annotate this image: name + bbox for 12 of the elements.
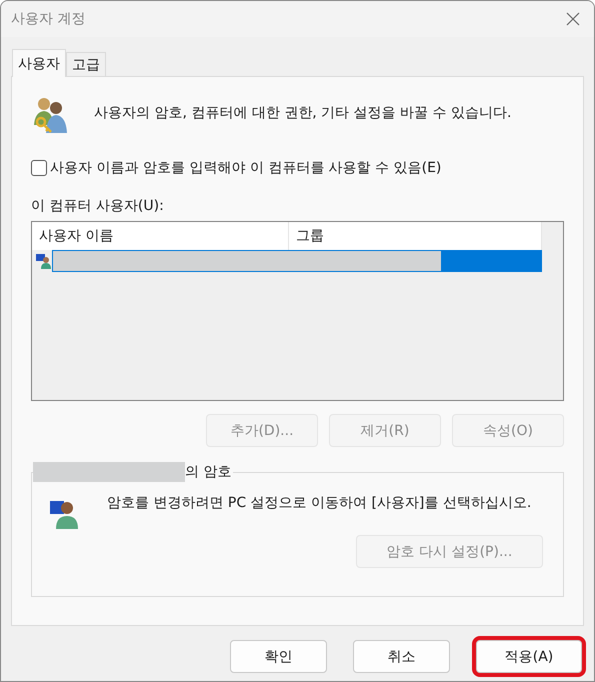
checkbox[interactable] — [31, 160, 47, 176]
tab[interactable]: 사용자 — [12, 49, 66, 77]
close-icon[interactable] — [566, 12, 580, 26]
intro-text: 사용자의 암호, 컴퓨터에 대한 권한, 기타 설정을 바꿀 수 있습니다. — [94, 104, 512, 122]
users-label: 이 컴퓨터 사용자(U): — [31, 197, 165, 215]
checkbox-label[interactable]: 사용자 이름과 암호를 입력해야 이 컴퓨터를 사용할 수 있음(E) — [50, 159, 442, 177]
dialog-button[interactable]: 확인 — [230, 640, 327, 673]
tab[interactable]: 고급 — [66, 52, 106, 76]
user-icon — [36, 253, 52, 269]
dialog-button[interactable]: 취소 — [353, 640, 450, 673]
info-text: 암호를 변경하려면 PC 설정으로 이동하여 [사용자]를 선택하십시오. — [107, 494, 532, 513]
window-title: 사용자 계정 — [11, 10, 86, 28]
